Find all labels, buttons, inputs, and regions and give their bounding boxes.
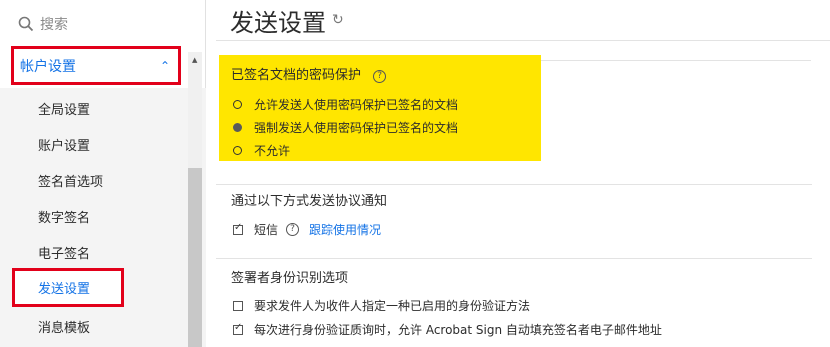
page-title: 发送设置 <box>230 8 326 37</box>
account-settings-section[interactable]: 帐户设置 ⌃ <box>11 46 181 85</box>
divider <box>216 40 830 41</box>
sidebar-scrollbar-thumb[interactable] <box>188 168 202 347</box>
help-icon[interactable]: ? <box>286 223 300 236</box>
sms-checkbox[interactable] <box>233 222 243 235</box>
scroll-up-arrow-icon[interactable]: ▲ <box>192 56 197 64</box>
radio-allow-password[interactable]: 允许发送人使用密码保护已签名的文档 <box>233 96 458 113</box>
sms-option[interactable]: 短信 ? 跟踪使用情况 <box>233 221 381 238</box>
sidebar: 搜索 帐户设置 ⌃ 全局设置 账户设置 签名首选项 数字签名 电子签名 发送设置… <box>0 0 206 347</box>
password-protection-section-title: 已签名文档的密码保护 ? <box>231 64 387 83</box>
divider <box>541 60 811 61</box>
sidebar-item-global-settings[interactable]: 全局设置 <box>38 99 90 118</box>
divider <box>216 258 812 259</box>
checkbox-label: 要求发件人为收件人指定一种已启用的身份验证方法 <box>254 299 531 313</box>
sidebar-item-signature-preferences[interactable]: 签名首选项 <box>38 171 103 190</box>
notification-section-title: 通过以下方式发送协议通知 <box>231 194 388 209</box>
radio-button[interactable] <box>233 100 242 109</box>
radio-button-selected[interactable] <box>233 123 242 132</box>
sidebar-item-send-settings[interactable]: 发送设置 <box>12 268 124 307</box>
sms-label: 短信 <box>254 223 279 237</box>
radio-label: 允许发送人使用密码保护已签名的文档 <box>254 98 459 112</box>
radio-button[interactable] <box>233 146 242 155</box>
divider <box>216 184 812 185</box>
checkbox-checked[interactable] <box>233 322 243 335</box>
account-settings-submenu <box>0 88 206 347</box>
password-protection-title: 已签名文档的密码保护 <box>231 68 362 83</box>
radio-label: 强制发送人使用密码保护已签名的文档 <box>254 121 459 135</box>
refresh-icon[interactable]: ↻ <box>332 12 344 28</box>
radio-require-password[interactable]: 强制发送人使用密码保护已签名的文档 <box>233 119 458 136</box>
signer-identity-option[interactable]: 要求发件人为收件人指定一种已启用的身份验证方法 <box>233 297 530 314</box>
radio-label: 不允许 <box>254 144 291 158</box>
search-icon <box>18 16 34 31</box>
track-usage-link[interactable]: 跟踪使用情况 <box>309 221 381 238</box>
sidebar-item-electronic-signatures[interactable]: 电子签名 <box>38 243 90 262</box>
checkbox[interactable] <box>233 300 243 311</box>
help-icon[interactable]: ? <box>373 70 387 83</box>
signer-identity-section-title: 签署者身份识别选项 <box>231 271 349 286</box>
account-settings-label: 帐户设置 <box>20 58 76 75</box>
sidebar-item-digital-signatures[interactable]: 数字签名 <box>38 207 90 226</box>
page-header: 发送设置 ↻ <box>230 0 344 40</box>
search-box[interactable]: 搜索 <box>0 0 206 47</box>
sidebar-item-message-templates[interactable]: 消息模板 <box>38 317 90 336</box>
radio-disallow-password[interactable]: 不允许 <box>233 142 290 159</box>
signer-identity-option[interactable]: 每次进行身份验证质询时，允许 Acrobat Sign 自动填充签名者电子邮件地… <box>233 321 662 338</box>
chevron-up-icon[interactable]: ⌃ <box>160 59 170 73</box>
sidebar-item-account-settings[interactable]: 账户设置 <box>38 135 90 154</box>
checkbox-label: 每次进行身份验证质询时，允许 Acrobat Sign 自动填充签名者电子邮件地… <box>254 323 662 337</box>
search-input[interactable]: 搜索 <box>40 14 68 34</box>
sidebar-item-send-settings-label: 发送设置 <box>38 282 91 297</box>
